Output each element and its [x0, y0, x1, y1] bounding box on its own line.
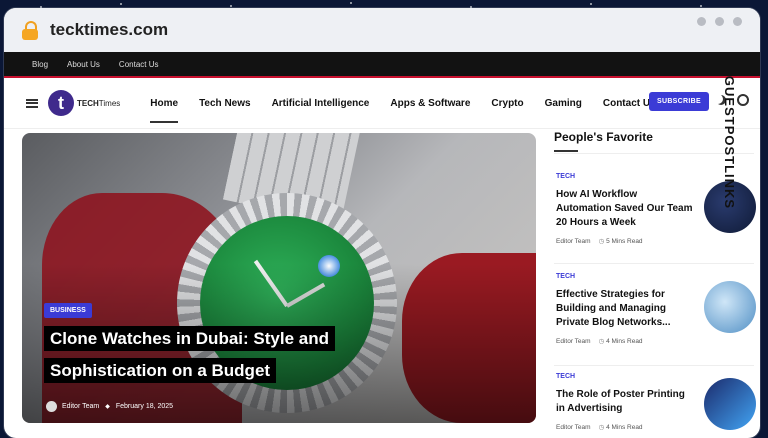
nav-menu: Home Tech News Artificial Intelligence A…: [150, 98, 676, 123]
topbar-link-contact[interactable]: Contact Us: [119, 60, 159, 69]
meta-separator-icon: ◆: [105, 404, 110, 410]
browser-window: tecktimes.com Blog About Us Contact Us t…: [4, 8, 760, 438]
main-nav: t TECHTimes Home Tech News Artificial In…: [4, 78, 760, 129]
item-category[interactable]: TECH: [556, 273, 752, 280]
item-meta: Editor Team ◷ 5 Mins Read: [556, 238, 643, 245]
nav-item-apps-software[interactable]: Apps & Software: [390, 98, 470, 109]
hero-date: February 18, 2025: [115, 403, 174, 410]
hero-title[interactable]: Clone Watches in Dubai: Style and Sophis…: [44, 323, 364, 387]
item-title[interactable]: Effective Strategies for Building and Ma…: [556, 288, 694, 330]
sidebar-divider: [554, 263, 754, 264]
nav-item-contact[interactable]: Contact Us: [603, 98, 656, 109]
window-dot-icon[interactable]: [715, 17, 724, 26]
hero-article[interactable]: BUSINESS Clone Watches in Dubai: Style a…: [22, 133, 536, 423]
topbar-link-blog[interactable]: Blog: [32, 60, 48, 69]
category-badge[interactable]: BUSINESS: [44, 303, 92, 318]
list-item[interactable]: TECH Effective Strategies for Building a…: [556, 273, 756, 345]
nav-item-ai[interactable]: Artificial Intelligence: [272, 98, 370, 109]
clock-icon: ◷: [598, 338, 607, 345]
top-bar: Blog About Us Contact Us: [4, 52, 760, 76]
nav-item-tech-news[interactable]: Tech News: [199, 98, 251, 109]
window-dot-icon[interactable]: [697, 17, 706, 26]
item-title[interactable]: How AI Workflow Automation Saved Our Tea…: [556, 188, 694, 230]
address-bar[interactable]: tecktimes.com: [4, 8, 760, 52]
nav-item-gaming[interactable]: Gaming: [545, 98, 582, 109]
item-title[interactable]: The Role of Poster Printing in Advertisi…: [556, 388, 694, 416]
hero-meta: Editor Team ◆ February 18, 2025: [46, 401, 173, 412]
clock-icon: ◷: [598, 238, 607, 245]
item-thumbnail[interactable]: [704, 378, 756, 430]
logo-wordmark: TECHTimes: [77, 98, 121, 108]
list-item[interactable]: TECH The Role of Poster Printing in Adve…: [556, 373, 756, 431]
site-logo[interactable]: t TECHTimes: [48, 90, 120, 116]
item-thumbnail[interactable]: [704, 281, 756, 333]
item-meta: Editor Team ◷ 4 Mins Read: [556, 338, 643, 345]
nav-item-crypto[interactable]: Crypto: [491, 98, 523, 109]
subscribe-button[interactable]: SUBSCRIBE: [649, 92, 709, 111]
hero-author[interactable]: Editor Team: [62, 403, 99, 410]
clock-icon: ◷: [598, 424, 607, 431]
sidebar-title-rule: [554, 150, 578, 152]
topbar-link-about[interactable]: About Us: [67, 60, 100, 69]
nav-item-home[interactable]: Home: [150, 98, 178, 123]
window-controls: [697, 17, 742, 26]
sidebar-divider: [554, 365, 754, 366]
lock-icon: [22, 21, 38, 40]
hamburger-menu-icon[interactable]: [26, 98, 38, 108]
url-text[interactable]: tecktimes.com: [50, 20, 168, 40]
author-avatar: [46, 401, 57, 412]
watermark: GUESTPOSTLINKS: [722, 75, 738, 210]
window-dot-icon[interactable]: [733, 17, 742, 26]
logo-mark: t: [48, 90, 74, 116]
